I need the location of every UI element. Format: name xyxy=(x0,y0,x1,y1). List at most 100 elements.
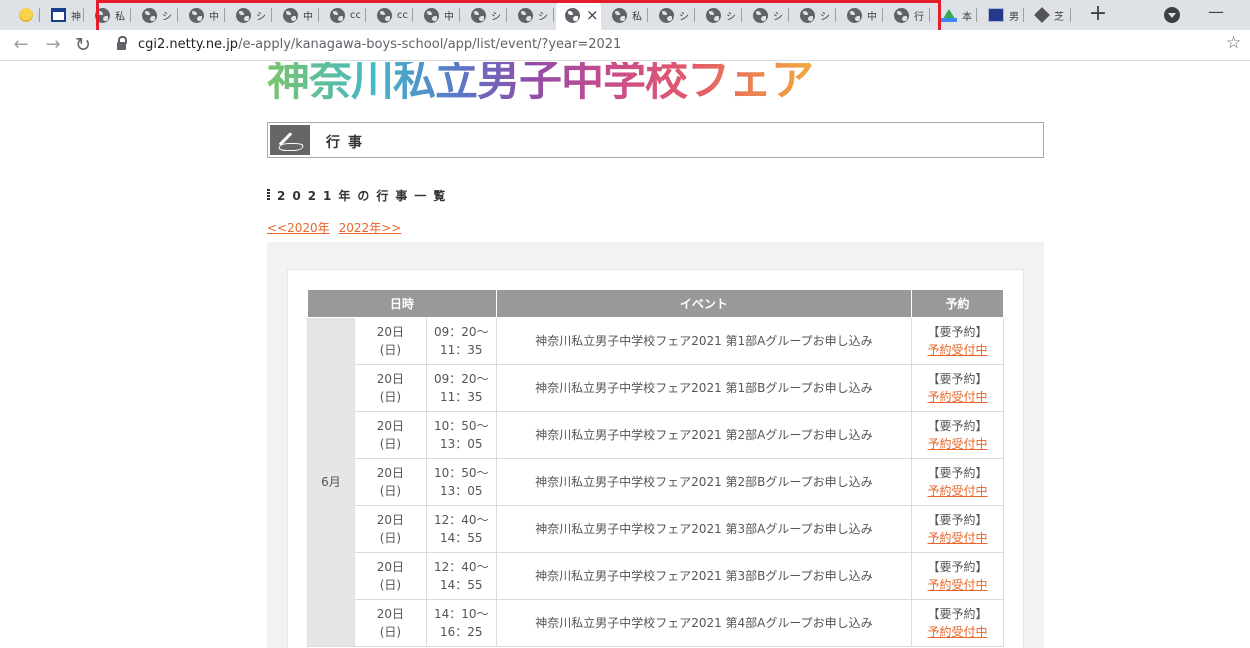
reservation-cell: 【要予約】 予約受付中 xyxy=(911,317,1004,365)
tab-title: 中 xyxy=(303,11,313,23)
reservation-cell: 【要予約】 予約受付中 xyxy=(911,552,1004,600)
tab-separator xyxy=(741,8,742,22)
tab-separator xyxy=(365,8,366,22)
reservation-required: 【要予約】 xyxy=(927,466,988,480)
tab-title: シ xyxy=(538,11,548,23)
browser-tab[interactable]: シ xyxy=(462,0,507,30)
reservation-link[interactable]: 予約受付中 xyxy=(928,625,988,639)
browser-tab[interactable]: 行 xyxy=(885,0,930,30)
globe-icon xyxy=(95,7,110,23)
globe-icon xyxy=(565,7,580,23)
tab-separator xyxy=(882,8,883,22)
day-number: 20日 xyxy=(376,419,405,433)
reservation-link[interactable]: 予約受付中 xyxy=(928,484,988,498)
table-layer: 日時 イベント 予約 6月 20日 (日) 09：20～ 11：35 神奈川私立男子中学校… xyxy=(0,62,1250,648)
end-time: 13：05 xyxy=(440,437,483,451)
reservation-link[interactable]: 予約受付中 xyxy=(928,343,988,357)
globe-icon xyxy=(283,7,298,23)
weekday: (日) xyxy=(379,437,402,451)
reload-icon[interactable]: ↻ xyxy=(72,34,94,56)
day-number: 20日 xyxy=(376,466,405,480)
browser-tab[interactable]: シ xyxy=(650,0,695,30)
browser-tab[interactable]: シ xyxy=(509,0,554,30)
tab-title: cc xyxy=(350,9,361,21)
tab-separator xyxy=(929,8,930,22)
browser-tab[interactable]: シ xyxy=(744,0,789,30)
drive-icon xyxy=(941,8,957,22)
globe-icon xyxy=(330,7,345,23)
minimize-button[interactable]: — xyxy=(1208,2,1224,21)
start-time: 12：40～ xyxy=(434,560,489,574)
reservation-link[interactable]: 予約受付中 xyxy=(928,531,988,545)
browser-tab[interactable]: 中 xyxy=(838,0,883,30)
tab-title: 中 xyxy=(867,11,877,23)
browser-tab[interactable]: cc xyxy=(321,0,366,30)
tab-separator xyxy=(694,8,695,22)
event-name: 神奈川私立男子中学校フェア2021 第1部Aグループお申し込み xyxy=(495,317,913,365)
day-cell: 20日 (日) xyxy=(353,411,427,459)
browser-tab[interactable]: 中 xyxy=(180,0,225,30)
day-cell: 20日 (日) xyxy=(353,552,427,600)
reservation-link[interactable]: 予約受付中 xyxy=(928,437,988,451)
day-cell: 20日 (日) xyxy=(353,317,427,365)
browser-tab[interactable]: 本 xyxy=(932,0,977,30)
reservation-link[interactable]: 予約受付中 xyxy=(928,578,988,592)
reservation-cell: 【要予約】予約受付中 xyxy=(911,458,1004,506)
browser-tab[interactable]: 男 xyxy=(979,0,1024,30)
url-host: cgi2.netty.ne.jp xyxy=(138,37,239,52)
globe-icon xyxy=(236,7,251,23)
tab-separator xyxy=(647,8,648,22)
address-bar[interactable]: cgi2.netty.ne.jp/e-apply/kanagawa-boys-s… xyxy=(138,37,621,52)
table-row: 20日 (日) 10：50～ 13：05 神奈川私立男子中学校フェア2021 第2部Bグ… xyxy=(308,458,1004,506)
event-table-body: 6月 20日 (日) 09：20～ 11：35 神奈川私立男子中学校フェア2021 第1部… xyxy=(307,317,1004,647)
browser-tab[interactable]: cc xyxy=(368,0,413,30)
browser-tab[interactable]: シ xyxy=(791,0,836,30)
table-row: 20日 (日) 12：40～ 14：55 神奈川私立男子中学校フェア2021 第3部Aグ… xyxy=(308,505,1004,553)
reservation-link[interactable]: 予約受付中 xyxy=(928,390,988,404)
tab-title: シ xyxy=(491,11,501,23)
tab-separator xyxy=(459,8,460,22)
back-arrow-icon[interactable]: ← xyxy=(10,34,32,56)
table-header-row: 日時 イベント 予約 xyxy=(307,289,1004,318)
globe-icon xyxy=(847,7,862,23)
browser-tab[interactable]: 私 xyxy=(86,0,131,30)
reservation-cell: 【要予約】 予約受付中 xyxy=(911,505,1004,553)
weekday: (日) xyxy=(379,531,402,545)
site-icon xyxy=(51,8,66,22)
day-number: 20日 xyxy=(376,372,405,386)
close-tab-icon[interactable]: × xyxy=(586,7,599,23)
tab-title: シ xyxy=(256,11,266,23)
new-tab-button[interactable]: + xyxy=(1086,1,1110,26)
globe-icon xyxy=(612,7,627,23)
day-cell: 20日 (日) xyxy=(353,505,427,553)
header-event: イベント xyxy=(495,289,913,318)
tab-separator xyxy=(1023,8,1024,22)
month-cell: 6月 xyxy=(307,317,355,647)
forward-arrow-icon[interactable]: → xyxy=(42,34,64,56)
tab-separator xyxy=(271,8,272,22)
browser-tab[interactable]: 中 xyxy=(274,0,319,30)
bookmark-star-icon[interactable]: ☆ xyxy=(1226,33,1241,53)
time-cell: 12：40～ 14：55 xyxy=(425,552,497,600)
globe-icon xyxy=(424,7,439,23)
browser-tab[interactable]: 芝 xyxy=(1026,0,1071,30)
browser-tab[interactable]: シ xyxy=(227,0,272,30)
end-time: 11：35 xyxy=(440,390,483,404)
start-time: 09：20～ xyxy=(434,325,489,339)
browser-tab[interactable]: 匯 xyxy=(10,0,40,30)
tab-strip: 匯 神 私 シ 中 シ 中 cc cc 中 シ シ × 私 シ シ シ シ 中 行 本 男 芝 + — xyxy=(0,0,1250,33)
end-time: 14：55 xyxy=(440,578,483,592)
reservation-cell: 【要予約】 予約受付中 xyxy=(911,599,1004,647)
lock-icon[interactable] xyxy=(117,36,127,50)
browser-tab[interactable]: × xyxy=(556,0,601,30)
tab-title: 本 xyxy=(962,11,972,23)
browser-tab[interactable]: シ xyxy=(697,0,742,30)
tab-separator xyxy=(506,8,507,22)
tab-search-icon[interactable] xyxy=(1164,7,1180,23)
browser-tab[interactable]: 中 xyxy=(415,0,460,30)
browser-tab[interactable]: 私 xyxy=(603,0,648,30)
time-cell: 09：20～ 11：35 xyxy=(425,364,497,412)
browser-tab[interactable]: 神 xyxy=(42,0,84,30)
browser-tab[interactable]: シ xyxy=(133,0,178,30)
start-time: 12：40～ xyxy=(434,513,489,527)
